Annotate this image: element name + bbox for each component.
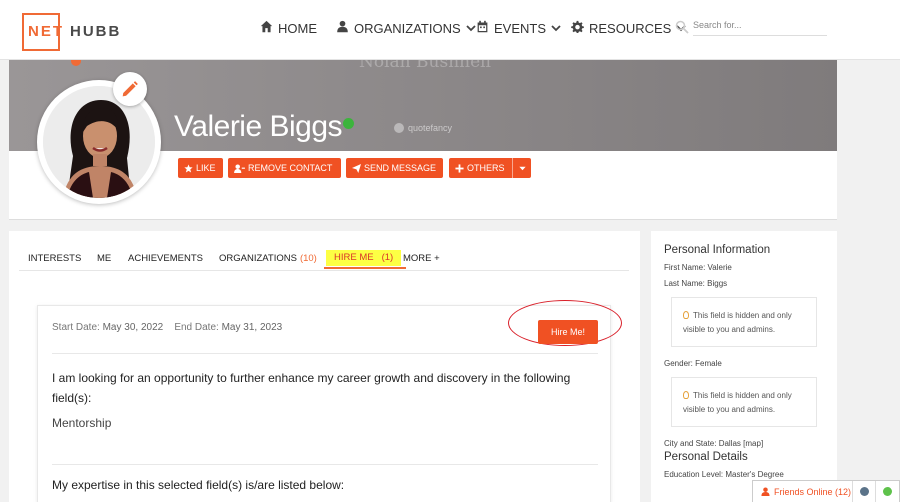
nav-home[interactable]: HOME xyxy=(260,20,317,36)
remove-contact-label: REMOVE CONTACT xyxy=(248,163,333,173)
lightbulb-icon xyxy=(683,311,689,319)
nav-organizations[interactable]: ORGANIZATIONS xyxy=(336,20,476,36)
logo-net-text: NET xyxy=(28,23,64,40)
tab-hire-me[interactable]: HIRE ME (1) xyxy=(326,250,402,266)
chevron-down-icon xyxy=(551,21,561,36)
end-date-label: End Date: xyxy=(174,322,219,333)
tab-organizations[interactable]: ORGANIZATIONS (10) xyxy=(219,253,317,264)
tab-organizations-label: ORGANIZATIONS xyxy=(219,253,297,264)
friends-online-toggle[interactable]: Friends Online (12) xyxy=(753,487,852,497)
active-tab-underline xyxy=(324,267,406,269)
nav-resources[interactable]: RESOURCES xyxy=(571,20,686,36)
hidden-note-text: This field is hidden and only visible to… xyxy=(683,311,792,334)
search-input[interactable] xyxy=(693,14,827,36)
profile-tabs-card: INTERESTS ME ACHIEVEMENTS ORGANIZATIONS(… xyxy=(9,231,640,502)
end-date-value: May 31, 2023 xyxy=(221,322,283,333)
cover-quote-text: Nolan Bushnell xyxy=(359,60,492,72)
tab-hire-me-label: HIRE ME xyxy=(334,252,374,263)
like-button[interactable]: LIKE xyxy=(178,158,223,178)
top-navbar: NET HUBB HOME ORGANIZATIONS EVENTS RESOUR… xyxy=(0,0,900,60)
map-link[interactable]: [map] xyxy=(743,439,763,448)
star-icon xyxy=(184,163,193,172)
user-icon xyxy=(761,487,770,496)
personal-info-title: Personal Information xyxy=(664,244,771,256)
hidden-field-note: This field is hidden and only visible to… xyxy=(671,297,817,347)
caret-down-icon xyxy=(518,166,526,170)
user-remove-icon xyxy=(234,163,245,173)
chevron-down-icon xyxy=(466,21,476,36)
gear-icon xyxy=(571,20,584,36)
logo-hubb-text: HUBB xyxy=(70,23,122,40)
status-dot-icon xyxy=(883,487,893,496)
tab-achievements[interactable]: ACHIEVEMENTS xyxy=(128,253,203,264)
status-online-button[interactable] xyxy=(875,480,899,502)
calendar-icon xyxy=(476,20,489,36)
nav-organizations-label: ORGANIZATIONS xyxy=(354,20,461,36)
search-icon[interactable] xyxy=(675,20,689,34)
user-icon xyxy=(336,20,349,36)
tab-hire-me-count: (1) xyxy=(381,252,394,263)
nav-resources-label: RESOURCES xyxy=(589,20,672,36)
tabs-divider xyxy=(19,270,629,271)
quotefancy-logo-icon xyxy=(394,123,404,133)
start-date-value: May 30, 2022 xyxy=(102,322,164,333)
nav-events-label: EVENTS xyxy=(494,20,547,36)
city-state-text: City and State: Dallas xyxy=(664,439,741,448)
cover-watermark: quotefancy xyxy=(394,123,452,133)
gender-text: Gender: Female xyxy=(664,359,722,368)
others-label: OTHERS xyxy=(467,163,505,173)
panel-divider xyxy=(52,464,598,465)
hidden-field-note: This field is hidden and only visible to… xyxy=(671,377,817,427)
pencil-icon xyxy=(122,81,138,97)
hire-me-panel: Start Date: May 30, 2022 End Date: May 3… xyxy=(37,300,622,502)
hire-field-value: Mentorship xyxy=(52,416,112,430)
nethubb-logo[interactable]: NET HUBB xyxy=(22,13,119,51)
send-message-button[interactable]: SEND MESSAGE xyxy=(346,158,443,178)
nav-home-label: HOME xyxy=(278,20,317,36)
friends-online-label: Friends Online (12) xyxy=(774,486,852,497)
tab-me[interactable]: ME xyxy=(97,253,111,264)
status-dot-icon xyxy=(859,487,869,496)
hire-dates: Start Date: May 30, 2022 End Date: May 3… xyxy=(52,322,282,333)
others-button[interactable]: OTHERS xyxy=(449,158,531,178)
personal-info-sidebar: Personal Information First Name: Valerie… xyxy=(651,231,837,502)
send-message-label: SEND MESSAGE xyxy=(364,163,437,173)
send-icon xyxy=(352,163,361,173)
panel-divider xyxy=(52,353,598,354)
others-dropdown-toggle[interactable] xyxy=(512,158,531,178)
tab-more[interactable]: MORE + xyxy=(403,253,440,264)
edit-profile-button[interactable] xyxy=(113,72,147,106)
personal-details-title: Personal Details xyxy=(664,451,748,463)
hire-lead-text: I am looking for an opportunity to furth… xyxy=(52,371,571,405)
nav-events[interactable]: EVENTS xyxy=(476,20,561,36)
lightbulb-icon xyxy=(683,391,689,399)
cover-brand-text: quotefancy xyxy=(408,123,453,133)
remove-contact-button[interactable]: REMOVE CONTACT xyxy=(228,158,341,178)
home-icon xyxy=(260,20,273,36)
start-date-label: Start Date: xyxy=(52,322,100,333)
last-name-text: Last Name: Biggs xyxy=(664,279,728,288)
education-text: Education Level: Master's Degree xyxy=(664,470,784,479)
hidden-note-text: This field is hidden and only visible to… xyxy=(683,391,792,414)
profile-name: Valerie Biggs xyxy=(174,110,343,143)
status-away-button[interactable] xyxy=(851,480,876,502)
expertise-lead-text: My expertise in this selected field(s) i… xyxy=(52,478,345,492)
city-state-row: City and State: Dallas [map] xyxy=(664,439,763,448)
hire-me-button[interactable]: Hire Me! xyxy=(538,320,598,344)
plus-icon xyxy=(455,163,464,173)
tab-organizations-count: (10) xyxy=(299,253,317,264)
like-label: LIKE xyxy=(196,163,216,173)
verified-badge-icon xyxy=(343,118,354,129)
first-name-text: First Name: Valerie xyxy=(664,263,732,272)
friends-online-bar[interactable]: Friends Online (12) xyxy=(752,480,900,502)
tab-interests[interactable]: INTERESTS xyxy=(28,253,81,264)
